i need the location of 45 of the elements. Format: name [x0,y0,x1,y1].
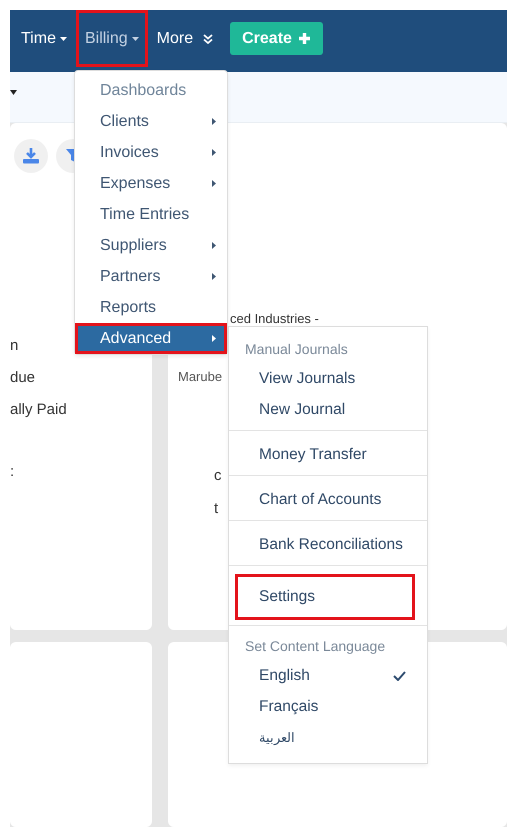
field-value: ced Industries - [230,311,319,326]
menu-item[interactable]: العربية [235,722,415,753]
caret-icon [132,36,139,40]
field-value: t [214,500,218,517]
submenu-arrow-icon [212,335,216,342]
nav-menu-item[interactable]: Time [18,10,76,67]
submenu-arrow-icon [212,273,216,280]
caret-icon [60,36,67,40]
download-icon [22,148,40,164]
menu-item[interactable]: Advanced [75,323,227,354]
caret-icon [10,90,17,95]
menu-item[interactable]: Bank Reconciliations [235,529,415,560]
nav-menu-item[interactable]: Billing [76,10,148,67]
menu-item[interactable]: New Journal [235,394,415,425]
menu-item[interactable]: Chart of Accounts [235,484,415,515]
field-label: ally Paid [10,401,67,418]
field-value: c [214,467,222,484]
menu-item[interactable]: Settings [235,574,415,620]
menu-section-header: Set Content Language [244,637,386,656]
menu-item[interactable]: Expenses [75,168,227,199]
menu-item[interactable]: View Journals [235,363,415,394]
double-chevron-icon [203,34,214,44]
menu-item[interactable]: Time Entries [75,199,227,230]
plus-icon [298,32,311,45]
submenu-arrow-icon [212,180,216,187]
submenu-arrow-icon [212,149,216,156]
field-label: : [10,463,14,480]
download-button[interactable] [14,139,48,173]
submenu-arrow-icon [212,118,216,125]
nav-menu-item[interactable]: More [148,10,222,67]
menu-section-header: Manual Journals [244,340,349,359]
menu-item[interactable]: Clients [75,106,227,137]
menu-item[interactable]: Dashboards [75,75,227,106]
menu-item[interactable]: Money Transfer [235,439,415,470]
menu-item[interactable]: Suppliers [75,230,227,261]
field-label: due [10,369,36,386]
submenu-arrow-icon [212,242,216,249]
menu-item[interactable]: English [235,660,415,691]
field-label: n [10,337,18,354]
field-value: Marube [178,369,222,384]
menu-item[interactable]: Reports [75,292,227,323]
menu-item[interactable]: Invoices [75,137,227,168]
check-icon [393,671,406,681]
menu-item[interactable]: Français [235,691,415,722]
menu-item[interactable]: Partners [75,261,227,292]
